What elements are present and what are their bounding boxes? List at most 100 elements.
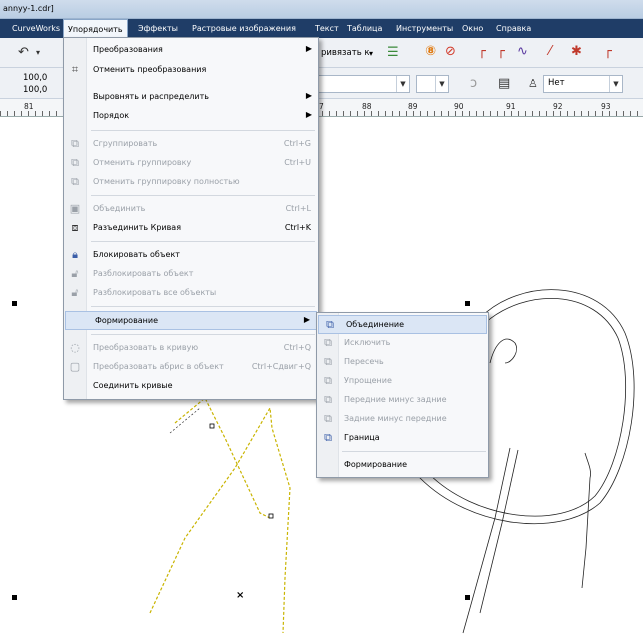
pen-icon[interactable]: ♙: [528, 76, 538, 92]
menu-separator: [342, 451, 486, 452]
wrap-icon[interactable]: ▤: [498, 76, 510, 92]
chevron-down-icon: ▼: [609, 76, 622, 92]
menu-item-align-distribute[interactable]: Выровнять и распределить ▶: [64, 88, 318, 107]
menu-help[interactable]: Справка: [492, 19, 535, 38]
menu-table[interactable]: Таблица: [343, 19, 386, 38]
sketch-curve-3[interactable]: [489, 338, 517, 364]
menu-item-break-apart[interactable]: ⧈ Разъединить Кривая Ctrl+K: [64, 219, 318, 238]
simplify-icon: ⧉: [324, 374, 332, 387]
curve-node[interactable]: [209, 423, 215, 429]
front-minus-back-icon: ⧉: [324, 393, 332, 406]
shaping-submenu: ⧉ Объединение ⧉ Исключить ⧉ Пересечь ⧉ У…: [316, 312, 489, 478]
menu-item-group[interactable]: ⧉ Сгруппировать Ctrl+G: [64, 135, 318, 154]
submenu-arrow-icon: ▶: [305, 44, 312, 53]
selection-handle[interactable]: [465, 301, 470, 306]
submenu-arrow-icon: ▶: [303, 315, 310, 324]
ruler-label: 92: [553, 102, 563, 111]
menu-window[interactable]: Окно: [458, 19, 487, 38]
selected-curve-3[interactable]: [169, 407, 201, 434]
menu-bitmaps[interactable]: Растровые изображения: [188, 19, 300, 38]
undo-icon[interactable]: ↶: [18, 45, 29, 61]
corner-tool-icon[interactable]: ┌: [478, 44, 486, 60]
menu-item-outline-to-object[interactable]: ▢ Преобразовать абрис в объект Ctrl+Сдви…: [64, 358, 318, 377]
group-icon: ⧉: [71, 137, 79, 150]
submenu-item-back-minus-front[interactable]: ⧉ Задние минус передние: [317, 410, 488, 429]
size-combo[interactable]: ▼: [416, 75, 449, 93]
break-apart-icon: ⧈: [71, 221, 79, 234]
menu-item-transformations[interactable]: Преобразования ▶: [64, 41, 318, 60]
magic-wand-icon[interactable]: ⁄: [549, 44, 551, 60]
menu-item-convert-to-curves[interactable]: ◌ Преобразовать в кривую Ctrl+Q: [64, 339, 318, 358]
menu-text[interactable]: Текст: [311, 19, 343, 38]
title-bar: annyy-1.cdr]: [0, 0, 643, 19]
menu-tools[interactable]: Инструменты: [392, 19, 457, 38]
curve-tool-icon[interactable]: ∿: [517, 44, 528, 60]
menu-item-combine[interactable]: ▣ Объединить Ctrl+L: [64, 200, 318, 219]
ruler-label: 88: [362, 102, 372, 111]
sketch-stroke-3[interactable]: [581, 452, 591, 589]
menu-effects[interactable]: Эффекты: [134, 19, 182, 38]
snap-dropdown-icon[interactable]: ▾: [369, 46, 373, 62]
chevron-down-icon: ▼: [435, 76, 448, 92]
menu-item-unlock-all[interactable]: 🔓︎ Разблокировать все объекты: [64, 284, 318, 303]
trim-icon: ⧉: [324, 336, 332, 349]
menu-item-lock-object[interactable]: 🔒︎ Блокировать объект: [64, 246, 318, 265]
submenu-item-front-minus-back[interactable]: ⧉ Передние минус задние: [317, 391, 488, 410]
menu-item-ungroup[interactable]: ⧉ Отменить группировку Ctrl+U: [64, 154, 318, 173]
lock-icon: 🔒︎: [72, 248, 78, 261]
menu-curveworks[interactable]: CurveWorks: [8, 19, 64, 38]
submenu-item-boundary[interactable]: ⧉ Граница: [317, 429, 488, 448]
outline-width-combo[interactable]: Нет ▼: [543, 75, 623, 93]
clear-transform-icon: ⌗: [71, 63, 79, 76]
menu-item-order[interactable]: Порядок ▶: [64, 107, 318, 126]
curve-node[interactable]: [268, 513, 274, 519]
ruler-label: 89: [408, 102, 418, 111]
submenu-arrow-icon: ▶: [305, 91, 312, 100]
arrange-menu: Преобразования ▶ ⌗ Отменить преобразован…: [63, 37, 319, 400]
menu-separator: [91, 241, 315, 242]
menu-separator: [91, 195, 315, 196]
menu-item-unlock-object[interactable]: 🔓︎ Разблокировать объект: [64, 265, 318, 284]
no-entry-icon[interactable]: ⊘: [445, 44, 456, 60]
center-marker-icon[interactable]: ×: [236, 590, 244, 601]
intersect-icon: ⧉: [324, 355, 332, 368]
menu-separator: [91, 306, 315, 307]
weld-icon: ⧉: [326, 318, 334, 331]
snap-to-label[interactable]: ривязать к: [321, 48, 370, 58]
launcher-icon[interactable]: ⑧: [425, 44, 436, 60]
ruler-label: 90: [454, 102, 464, 111]
boundary-icon: ⧉: [324, 431, 332, 444]
star-tool-icon[interactable]: ✱: [571, 44, 582, 60]
ruler-label: 7: [319, 102, 324, 111]
back-minus-front-icon: ⧉: [324, 412, 332, 425]
menu-item-clear-transformations[interactable]: ⌗ Отменить преобразования: [64, 61, 318, 80]
selection-handle[interactable]: [465, 595, 470, 600]
mirror-icon[interactable]: ↄ: [470, 76, 477, 92]
selected-curve-2[interactable]: [174, 397, 271, 519]
selected-curve[interactable]: [149, 406, 291, 634]
window-title: annyy-1.cdr]: [3, 4, 54, 13]
menu-separator: [91, 130, 315, 131]
undo-dropdown-icon[interactable]: ▾: [36, 45, 40, 61]
font-combo[interactable]: ▼: [318, 75, 410, 93]
menu-item-ungroup-all[interactable]: ⧉ Отменить группировку полностью: [64, 173, 318, 192]
menu-bar: CurveWorks Упорядочить Эффекты Растровые…: [0, 19, 643, 39]
tool-icon[interactable]: ┌: [604, 44, 612, 60]
chevron-down-icon: ▼: [396, 76, 409, 92]
corner-tool-2-icon[interactable]: ┌: [497, 44, 505, 60]
ungroup-icon: ⧉: [71, 156, 79, 169]
submenu-item-weld[interactable]: ⧉ Объединение: [318, 315, 487, 334]
options-icon[interactable]: ☰: [387, 45, 399, 61]
selection-handle[interactable]: [12, 301, 17, 306]
selection-handle[interactable]: [12, 595, 17, 600]
menu-item-shaping[interactable]: Формирование ▶: [65, 311, 317, 330]
menu-separator: [91, 334, 315, 335]
submenu-item-intersect[interactable]: ⧉ Пересечь: [317, 353, 488, 372]
submenu-item-trim[interactable]: ⧉ Исключить: [317, 334, 488, 353]
ruler-label: 93: [601, 102, 611, 111]
convert-curve-icon: ◌: [70, 341, 80, 354]
menu-arrange[interactable]: Упорядочить: [63, 19, 128, 39]
menu-item-join-curves[interactable]: Соединить кривые: [64, 377, 318, 396]
submenu-item-shaping[interactable]: Формирование: [317, 456, 488, 475]
submenu-item-simplify[interactable]: ⧉ Упрощение: [317, 372, 488, 391]
